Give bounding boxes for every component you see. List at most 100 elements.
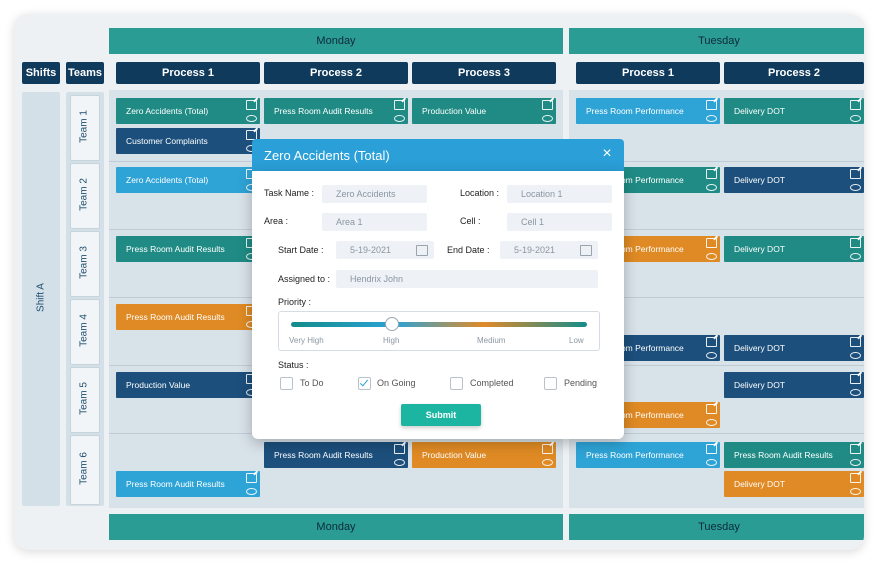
close-icon[interactable]: × [600, 146, 614, 162]
status-ongoing-checkbox[interactable] [358, 377, 371, 390]
priority-label: Priority : [278, 297, 312, 307]
task-name-input[interactable]: Zero Accidents [322, 185, 427, 203]
task-card[interactable]: Delivery DOT [724, 98, 864, 124]
task-card[interactable]: Production Value [116, 372, 260, 398]
start-date-input[interactable]: 5-19-2021 [336, 241, 434, 259]
process-header-mon-1: Process 1 [116, 62, 260, 84]
eye-icon[interactable] [394, 459, 405, 466]
task-card[interactable]: Production Value [412, 442, 556, 468]
eye-icon[interactable] [850, 488, 861, 495]
eye-icon[interactable] [706, 352, 717, 359]
edit-icon[interactable] [542, 100, 553, 110]
eye-icon[interactable] [850, 115, 861, 122]
priority-track[interactable] [291, 322, 587, 327]
task-card[interactable]: Press Room Audit Results [724, 442, 864, 468]
task-card[interactable]: Customer Complaints [116, 128, 260, 154]
edit-icon[interactable] [394, 100, 405, 110]
edit-icon[interactable] [706, 238, 717, 248]
status-todo-checkbox[interactable] [280, 377, 293, 390]
status-completed-checkbox[interactable] [450, 377, 463, 390]
eye-icon[interactable] [706, 459, 717, 466]
edit-icon[interactable] [394, 444, 405, 454]
task-modal: Zero Accidents (Total) × Task Name : Zer… [252, 139, 624, 439]
task-card[interactable]: Delivery DOT [724, 335, 864, 361]
eye-icon[interactable] [850, 389, 861, 396]
card-title: Zero Accidents (Total) [126, 175, 209, 185]
task-card[interactable]: Press Room Performance [576, 442, 720, 468]
team-label-4: Team 4 [78, 314, 90, 347]
edit-icon[interactable] [706, 444, 717, 454]
task-card[interactable]: Zero Accidents (Total) [116, 167, 260, 193]
calendar-icon[interactable] [416, 245, 428, 256]
edit-icon[interactable] [706, 404, 717, 414]
card-title: Production Value [126, 380, 191, 390]
task-card[interactable]: Press Room Audit Results [116, 236, 260, 262]
task-card[interactable]: Press Room Audit Results [116, 304, 260, 330]
edit-icon[interactable] [706, 169, 717, 179]
task-card[interactable]: Zero Accidents (Total) [116, 98, 260, 124]
eye-icon[interactable] [246, 115, 257, 122]
eye-icon[interactable] [542, 459, 553, 466]
edit-icon[interactable] [246, 473, 257, 483]
team-label-5: Team 5 [78, 382, 90, 415]
cell-input[interactable]: Cell 1 [507, 213, 612, 231]
status-label: Status : [278, 360, 309, 370]
day-header-tuesday: Tuesday [569, 28, 864, 54]
priority-slider[interactable]: Very High High Medium Low [278, 311, 600, 351]
task-card[interactable]: Production Value [412, 98, 556, 124]
task-card[interactable]: Delivery DOT [724, 167, 864, 193]
card-title: Zero Accidents (Total) [126, 106, 209, 116]
eye-icon[interactable] [542, 115, 553, 122]
status-pending-checkbox[interactable] [544, 377, 557, 390]
task-card[interactable]: Press Room Audit Results [116, 471, 260, 497]
card-title: Press Room Audit Results [126, 244, 225, 254]
edit-icon[interactable] [850, 444, 861, 454]
edit-icon[interactable] [850, 337, 861, 347]
card-title: Production Value [422, 106, 487, 116]
edit-icon[interactable] [706, 100, 717, 110]
card-title: Delivery DOT [734, 343, 786, 353]
eye-icon[interactable] [706, 184, 717, 191]
eye-icon[interactable] [850, 253, 861, 260]
eye-icon[interactable] [246, 488, 257, 495]
edit-icon[interactable] [850, 100, 861, 110]
eye-icon[interactable] [850, 352, 861, 359]
day-label: Tuesday [698, 35, 740, 47]
eye-icon[interactable] [706, 419, 717, 426]
card-title: Press Room Audit Results [126, 312, 225, 322]
assigned-input[interactable]: Hendrix John [336, 270, 598, 288]
task-card[interactable]: Press Room Audit Results [264, 98, 408, 124]
eye-icon[interactable] [850, 459, 861, 466]
eye-icon[interactable] [706, 115, 717, 122]
task-card[interactable]: Delivery DOT [724, 236, 864, 262]
card-title: Press Room Audit Results [126, 479, 225, 489]
day-header-monday: Monday [109, 28, 563, 54]
priority-tick: Low [569, 336, 584, 345]
end-date-input[interactable]: 5-19-2021 [500, 241, 598, 259]
card-title: Delivery DOT [734, 479, 786, 489]
edit-icon[interactable] [850, 374, 861, 384]
priority-knob[interactable] [385, 317, 399, 331]
edit-icon[interactable] [850, 473, 861, 483]
task-card[interactable]: Delivery DOT [724, 471, 864, 497]
eye-icon[interactable] [850, 184, 861, 191]
area-input[interactable]: Area 1 [322, 213, 427, 231]
team-label-2: Team 2 [78, 178, 90, 211]
card-title: Delivery DOT [734, 106, 786, 116]
calendar-icon[interactable] [580, 245, 592, 256]
edit-icon[interactable] [542, 444, 553, 454]
edit-icon[interactable] [706, 337, 717, 347]
modal-body: Task Name : Zero Accidents Location : Lo… [252, 171, 624, 439]
eye-icon[interactable] [706, 253, 717, 260]
area-label: Area : [264, 216, 289, 226]
day-label: Tuesday [698, 521, 740, 533]
eye-icon[interactable] [394, 115, 405, 122]
task-card[interactable]: Press Room Performance [576, 98, 720, 124]
edit-icon[interactable] [850, 169, 861, 179]
edit-icon[interactable] [850, 238, 861, 248]
task-card[interactable]: Delivery DOT [724, 372, 864, 398]
location-input[interactable]: Location 1 [507, 185, 612, 203]
task-card[interactable]: Press Room Audit Results [264, 442, 408, 468]
edit-icon[interactable] [246, 100, 257, 110]
submit-button[interactable]: Submit [401, 404, 481, 426]
